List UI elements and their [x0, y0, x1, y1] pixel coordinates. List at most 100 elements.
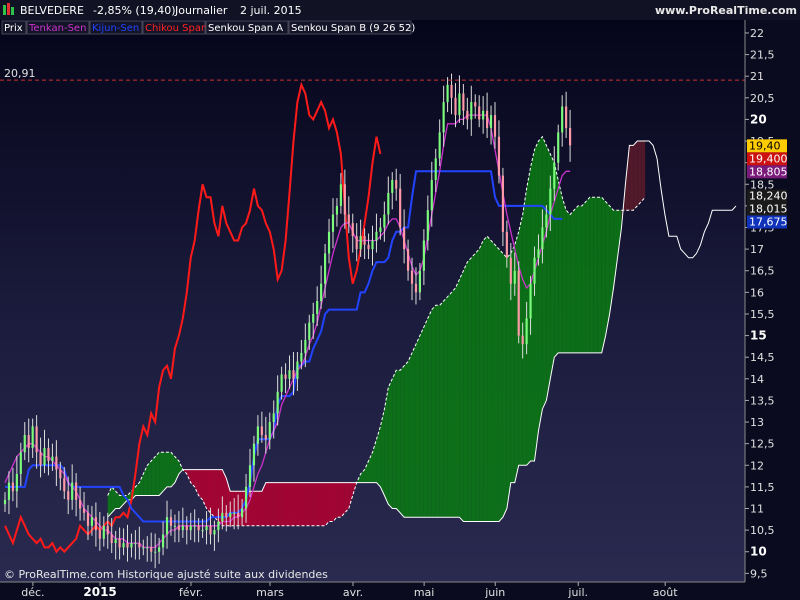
cloud-segment [163, 452, 168, 492]
candle-body [51, 456, 54, 461]
cloud-segment [451, 288, 456, 518]
candle-body [406, 249, 410, 271]
candle-body [284, 374, 287, 379]
candle-body [323, 253, 327, 284]
cloud-segment [309, 482, 314, 526]
candle-body [308, 322, 311, 340]
y-tick-label: 17 [750, 243, 764, 256]
cloud-segment [487, 236, 492, 522]
candle-body [312, 313, 315, 323]
candle-body [138, 543, 141, 548]
price-tag-text: 19,40 [749, 139, 781, 152]
candle-body [35, 426, 38, 453]
cloud-segment [589, 197, 594, 353]
y-tick-label: 11 [750, 503, 764, 516]
candle-body [442, 102, 445, 133]
candle-body [181, 525, 184, 531]
candle [517, 261, 520, 344]
cloud-segment [463, 262, 468, 522]
cloud-segment [439, 301, 444, 518]
legend-item[interactable]: Tenkan-Sen [26, 20, 90, 35]
date-label: 2 juil. 2015 [240, 4, 302, 17]
candle-body [478, 106, 481, 120]
candle-body [434, 158, 437, 180]
candle-body [565, 106, 568, 129]
cloud-segment [408, 352, 413, 518]
candle-body [82, 508, 86, 513]
cloud-segment [514, 231, 519, 483]
cloud-segment [455, 279, 460, 518]
candle-body [505, 231, 508, 258]
y-tick-label: 21 [750, 70, 764, 83]
candle-body [355, 236, 358, 250]
candle-body [383, 214, 386, 228]
price-tag: 18,805 [747, 165, 788, 179]
legend-item[interactable]: Kijun-Sen [89, 20, 143, 35]
cloud-segment [597, 197, 602, 353]
legend-item[interactable]: Chikou Span [142, 20, 207, 35]
candle-body [241, 508, 244, 518]
candle-body [193, 525, 196, 527]
candle-body [375, 231, 378, 241]
candle-body [114, 538, 117, 544]
site-url[interactable]: www.ProRealTime.com [655, 4, 797, 17]
cloud-segment [593, 197, 598, 353]
cloud-segment [305, 482, 310, 526]
cloud-segment [577, 205, 582, 353]
cloud-segment [253, 491, 258, 526]
x-tick-label: mars [256, 586, 284, 599]
cloud-segment [329, 482, 333, 522]
cloud-segment [495, 244, 499, 522]
legend-item[interactable]: Senkou Span A [205, 20, 289, 35]
candle-body [67, 491, 70, 500]
candle-body [426, 210, 429, 241]
cloud-segment [313, 482, 318, 526]
cloud-segment [388, 378, 393, 509]
candle-body [197, 525, 200, 531]
cloud-segment [459, 270, 464, 522]
candle-body [430, 179, 433, 211]
candle-body [169, 517, 173, 526]
candle-body [501, 175, 504, 232]
cloud-segment [396, 370, 401, 513]
cloud-segment [574, 205, 578, 353]
y-tick-label: 16,5 [750, 265, 775, 278]
candle-body [493, 115, 497, 137]
symbol-icon-bar2 [11, 7, 14, 15]
candle-body [244, 486, 248, 509]
candle-body [185, 525, 188, 531]
cloud-segment [269, 482, 274, 526]
candle-body [561, 106, 564, 133]
price-change: -2,85% (19,40) [93, 4, 175, 17]
cloud-segment [443, 296, 448, 518]
y-tick-label: 14,5 [750, 351, 775, 364]
y-tick-label: 13 [750, 416, 764, 429]
cloud-segment [277, 482, 282, 526]
candle-body [256, 426, 259, 444]
candle-body [118, 538, 121, 548]
cloud-segment [293, 482, 298, 526]
legend-item[interactable]: Senkou Span B (9 26 52) [288, 20, 415, 35]
candle-body [525, 318, 528, 345]
cloud-segment [427, 309, 432, 518]
x-tick-label: déc. [21, 586, 44, 599]
cloud-segment [301, 482, 306, 526]
candle-body [252, 443, 256, 466]
candle-body [541, 227, 544, 250]
y-tick-label: 10,5 [750, 524, 775, 537]
ichimoku-chart[interactable]: 20,91 2221,52120,52019,51918,51817,51716… [0, 0, 800, 600]
cloud-segment [483, 236, 488, 522]
candle-body [71, 482, 74, 500]
candle-body [466, 110, 469, 120]
legend-item[interactable]: Prix [1, 20, 27, 35]
candle-body [359, 236, 362, 250]
symbol-icon-bar [7, 3, 10, 15]
candle-body [320, 283, 323, 301]
legend-item-label: Senkou Span A [208, 23, 283, 34]
candle-body [521, 335, 524, 345]
candle-body [233, 512, 236, 514]
cloud-segment [435, 305, 440, 518]
cloud-segment [344, 482, 349, 513]
candle-body [557, 132, 560, 163]
candle-body [55, 456, 58, 470]
